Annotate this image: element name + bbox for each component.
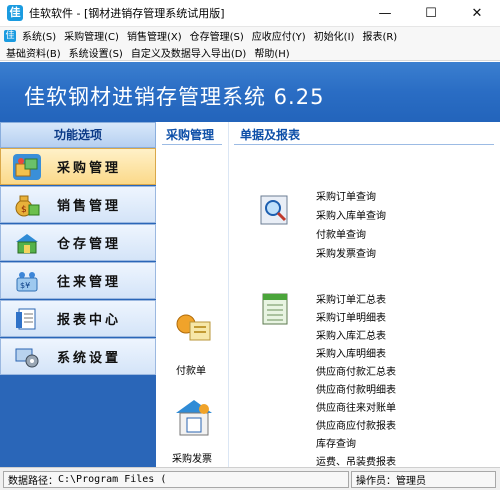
left-navigation: 功能选项 采购管理 $ 销售管理 仓存管理 $¥ 往来管理 报表中心 系统设置 [0, 122, 156, 467]
window-controls: — ☐ ✕ [362, 0, 500, 27]
minimize-button[interactable]: — [362, 0, 408, 27]
nav-item-sales[interactable]: $ 销售管理 [0, 186, 156, 223]
link-report-9[interactable]: 运费、吊装费报表 [316, 453, 396, 468]
link-report-5[interactable]: 供应商付款明细表 [316, 381, 396, 396]
banner-title: 佳软钢材进销存管理系统 6.25 [24, 85, 325, 109]
window-title: 佳软软件 - [钢材进销存管理系统试用版] [29, 7, 225, 20]
link-report-6[interactable]: 供应商往来对账单 [316, 399, 396, 414]
link-payment-query[interactable]: 付款单查询 [316, 226, 366, 241]
nav-item-inventory[interactable]: 仓存管理 [0, 224, 156, 261]
tab-documents-reports[interactable]: 单据及报表 [240, 126, 300, 143]
nav-label-inventory: 仓存管理 [57, 237, 122, 252]
menu-bar-secondary: 基础资料(B) 系统设置(S) 自定义及数据导入导出(D) 帮助(H) [0, 44, 500, 61]
operator-label: 操作员： [356, 475, 396, 487]
data-path-value: C:\Program Files ( [58, 473, 167, 485]
nav-header: 功能选项 [0, 122, 156, 148]
settings-icon [13, 344, 41, 370]
purchase-invoice-shortcut-label[interactable]: 采购发票 [172, 450, 212, 465]
menu-system-settings[interactable]: 系统设置(S) [65, 45, 127, 60]
payment-shortcut-label[interactable]: 付款单 [176, 362, 206, 377]
tab-underline-left [162, 144, 222, 145]
status-operator: 操作员： 管理员 [351, 470, 496, 488]
menu-purchase[interactable]: 采购管理(C) [60, 28, 123, 43]
nav-item-settings[interactable]: 系统设置 [0, 338, 156, 375]
menu-bar-primary: 佳 系统(S) 采购管理(C) 销售管理(X) 仓存管理(S) 应收应付(Y) … [0, 27, 500, 44]
link-report-8[interactable]: 库存查询 [316, 435, 356, 450]
link-purchase-order-query[interactable]: 采购订单查询 [316, 188, 376, 203]
menu-sales[interactable]: 销售管理(X) [123, 28, 186, 43]
link-report-1[interactable]: 采购订单明细表 [316, 309, 386, 324]
app-logo-icon: 佳 [7, 5, 23, 21]
tab-underline-right [234, 144, 494, 145]
close-button[interactable]: ✕ [454, 0, 500, 27]
purchase-invoice-shortcut-icon[interactable] [174, 397, 214, 437]
header-banner: 佳软钢材进销存管理系统 6.25 [0, 62, 500, 122]
status-bar: 数据路径： C:\Program Files ( 操作员： 管理员 [0, 467, 500, 490]
link-report-4[interactable]: 供应商付款汇总表 [316, 363, 396, 378]
link-report-7[interactable]: 供应商应付款报表 [316, 417, 396, 432]
data-path-label: 数据路径： [8, 475, 58, 487]
exchange-icon: $¥ [13, 268, 41, 294]
menu-receivable-payable[interactable]: 应收应付(Y) [248, 28, 310, 43]
menu-initialize[interactable]: 初始化(I) [310, 28, 359, 43]
report-icon [13, 306, 41, 332]
money-bag-icon: $ [13, 192, 41, 218]
payment-shortcut-icon[interactable] [174, 310, 214, 346]
nav-label-sales: 销售管理 [57, 199, 122, 214]
menu-inventory[interactable]: 仓存管理(S) [186, 28, 248, 43]
menu-reports[interactable]: 报表(R) [358, 28, 401, 43]
nav-label-purchase: 采购管理 [57, 161, 122, 176]
nav-item-purchase[interactable]: 采购管理 [0, 148, 156, 185]
main-content: 采购管理 单据及报表 付款单 采购发票 采购订单查询 采购入库单查询 付款单查询… [156, 122, 500, 468]
menu-help[interactable]: 帮助(H) [250, 45, 293, 60]
link-purchase-invoice-query[interactable]: 采购发票查询 [316, 245, 376, 260]
report-sheet-icon [260, 292, 290, 326]
svg-text:$¥: $¥ [20, 281, 30, 290]
nav-label-reports: 报表中心 [57, 313, 122, 328]
menu-base-data[interactable]: 基础资料(B) [2, 45, 65, 60]
purchase-icon [13, 153, 41, 180]
link-report-2[interactable]: 采购入库汇总表 [316, 327, 386, 342]
operator-value: 管理员 [396, 475, 426, 487]
nav-label-settings: 系统设置 [57, 351, 122, 366]
content-divider [228, 122, 229, 467]
menu-system[interactable]: 系统(S) [18, 28, 60, 43]
menu-app-icon[interactable]: 佳 [4, 29, 16, 42]
nav-item-reports[interactable]: 报表中心 [0, 300, 156, 337]
title-bar: 佳 佳软软件 - [钢材进销存管理系统试用版] — ☐ ✕ [0, 0, 500, 27]
magnifier-icon [260, 194, 290, 226]
maximize-button[interactable]: ☐ [408, 0, 454, 27]
status-data-path: 数据路径： C:\Program Files ( [3, 470, 349, 488]
svg-text:$: $ [21, 205, 27, 215]
link-purchase-receipt-query[interactable]: 采购入库单查询 [316, 207, 386, 222]
tab-purchase-management[interactable]: 采购管理 [166, 126, 214, 143]
link-report-3[interactable]: 采购入库明细表 [316, 345, 386, 360]
warehouse-icon [13, 230, 41, 256]
nav-item-exchange[interactable]: $¥ 往来管理 [0, 262, 156, 299]
menu-import-export[interactable]: 自定义及数据导入导出(D) [127, 45, 251, 60]
nav-label-exchange: 往来管理 [57, 275, 122, 290]
link-report-0[interactable]: 采购订单汇总表 [316, 291, 386, 306]
